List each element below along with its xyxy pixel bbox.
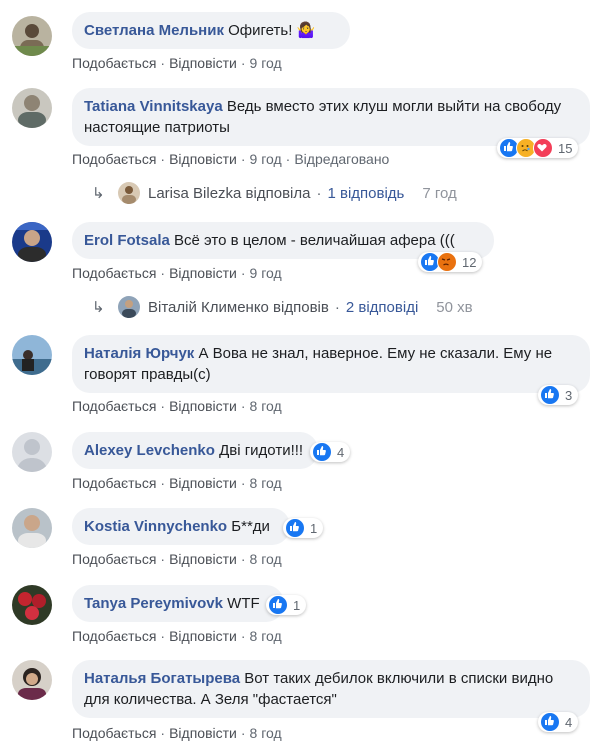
comment-text: Дві гидоти!!! (219, 442, 304, 459)
comment-author[interactable]: Наталья Богатырева (84, 670, 240, 687)
reactions-summary[interactable]: 1 (266, 595, 307, 615)
reactions-summary[interactable]: 12 (418, 252, 483, 272)
avatar[interactable] (12, 16, 52, 56)
separator-dot: · (334, 298, 340, 316)
reactions-summary[interactable]: 4 (538, 712, 579, 732)
like-link[interactable]: Подобається (72, 628, 156, 644)
like-reaction-icon (285, 518, 305, 538)
avatar[interactable] (12, 660, 52, 700)
reactions-count: 1 (293, 597, 301, 613)
avatar[interactable] (12, 508, 52, 548)
like-reaction-icon (268, 595, 288, 615)
reactions-summary[interactable]: 1 (283, 518, 324, 538)
reply-avatar (118, 182, 140, 204)
comment-bubble: Наталья Богатырева Вот таких дебилок вкл… (72, 660, 590, 718)
comment-actions: Подобається · Відповісти · 8 год (72, 398, 282, 414)
comment-author[interactable]: Erol Fotsala (84, 232, 170, 249)
reply-count-link[interactable]: 2 відповіді (346, 299, 418, 316)
separator-dot: · (316, 184, 322, 202)
reply-link[interactable]: Відповісти (169, 551, 237, 567)
like-link[interactable]: Подобається (72, 725, 156, 741)
like-reaction-icon (540, 712, 560, 732)
comment-actions: Подобається · Відповісти · 8 год (72, 475, 282, 491)
reactions-count: 1 (310, 520, 318, 536)
like-link[interactable]: Подобається (72, 551, 156, 567)
reply-link[interactable]: Відповісти (169, 725, 237, 741)
reply-link[interactable]: Відповісти (169, 475, 237, 491)
comment-time[interactable]: 8 год (250, 398, 282, 414)
comment-bubble: Наталія Юрчук А Вова не знал, наверное. … (72, 335, 590, 393)
comment-author[interactable]: Kostia Vinnychenko (84, 518, 227, 535)
reactions-count: 3 (565, 387, 573, 403)
like-link[interactable]: Подобається (72, 475, 156, 491)
comment-actions: Подобається · Відповісти · 9 год (72, 55, 282, 71)
reactions-count: 4 (337, 444, 345, 460)
reply-author[interactable]: Віталій Клименко відповів (148, 299, 329, 316)
reactions-count: 12 (462, 254, 477, 270)
comment-bubble: Tanya Pereymivovk WTF (72, 585, 284, 622)
reply-link[interactable]: Відповісти (169, 265, 237, 281)
reactions-count: 4 (565, 714, 573, 730)
like-link[interactable]: Подобається (72, 398, 156, 414)
like-reaction-icon (540, 385, 560, 405)
reply-link[interactable]: Відповісти (169, 628, 237, 644)
comment-text: Б**ди (231, 518, 270, 535)
comment-author[interactable]: Tanya Pereymivovk (84, 595, 223, 612)
replies-row[interactable]: ↳ Віталій Клименко відповів · 2 відповід… (92, 296, 473, 318)
reply-link[interactable]: Відповісти (169, 151, 237, 167)
reply-time: 50 хв (436, 298, 473, 316)
reply-arrow-icon: ↳ (92, 185, 105, 202)
avatar[interactable] (12, 585, 52, 625)
reply-time: 7 год (422, 184, 457, 202)
love-reaction-icon (533, 138, 553, 158)
edited-label[interactable]: Відредаговано (294, 151, 389, 167)
comment-text: WTF (227, 595, 260, 612)
angry-reaction-icon (437, 252, 457, 272)
comment-text: Офигеть! 🤷‍♀️ (228, 22, 316, 39)
avatar[interactable] (12, 432, 52, 472)
like-link[interactable]: Подобається (72, 265, 156, 281)
comment-time[interactable]: 8 год (250, 725, 282, 741)
reply-arrow-icon: ↳ (92, 299, 105, 316)
avatar[interactable] (12, 222, 52, 262)
reactions-summary[interactable]: 3 (538, 385, 579, 405)
avatar[interactable] (12, 88, 52, 128)
comment-bubble: Alexey Levchenko Дві гидоти!!! (72, 432, 318, 469)
reactions-summary[interactable]: 4 (310, 442, 351, 462)
reply-avatar (118, 296, 140, 318)
comments-section: Светлана Мельник Офигеть! 🤷‍♀️ Подобаєть… (0, 0, 610, 750)
comment-actions: Подобається · Відповісти · 8 год (72, 551, 282, 567)
like-link[interactable]: Подобається (72, 151, 156, 167)
comment-bubble: Kostia Vinnychenko Б**ди (72, 508, 290, 545)
comment-actions: Подобається · Відповісти · 8 год (72, 725, 282, 741)
comment-author[interactable]: Светлана Мельник (84, 22, 224, 39)
comment-time[interactable]: 9 год (250, 151, 282, 167)
comment-time[interactable]: 8 год (250, 551, 282, 567)
comment-actions: Подобається · Відповісти · 9 год (72, 265, 282, 281)
avatar[interactable] (12, 335, 52, 375)
like-link[interactable]: Подобається (72, 55, 156, 71)
reply-count-link[interactable]: 1 відповідь (327, 185, 404, 202)
comment-author[interactable]: Наталія Юрчук (84, 345, 194, 362)
comment-time[interactable]: 9 год (250, 265, 282, 281)
replies-row[interactable]: ↳ Larisa Bilezka відповіла · 1 відповідь… (92, 182, 457, 204)
like-reaction-icon (312, 442, 332, 462)
reactions-summary[interactable]: 15 (497, 138, 579, 158)
comment-author[interactable]: Tatiana Vinnitskaya (84, 98, 223, 115)
comment-author[interactable]: Alexey Levchenko (84, 442, 215, 459)
reply-author[interactable]: Larisa Bilezka відповіла (148, 185, 310, 202)
comment-actions: Подобається · Відповісти · 9 год · Відредагова… (72, 151, 390, 167)
comment-actions: Подобається · Відповісти · 8 год (72, 628, 282, 644)
reactions-count: 15 (558, 140, 573, 156)
comment-time[interactable]: 8 год (250, 628, 282, 644)
comment-text: Всё это в целом - величайшая афера ((( (174, 232, 455, 249)
reply-link[interactable]: Відповісти (169, 55, 237, 71)
reply-link[interactable]: Відповісти (169, 398, 237, 414)
comment-time[interactable]: 9 год (250, 55, 282, 71)
comment-bubble: Светлана Мельник Офигеть! 🤷‍♀️ (72, 12, 350, 49)
comment-time[interactable]: 8 год (250, 475, 282, 491)
